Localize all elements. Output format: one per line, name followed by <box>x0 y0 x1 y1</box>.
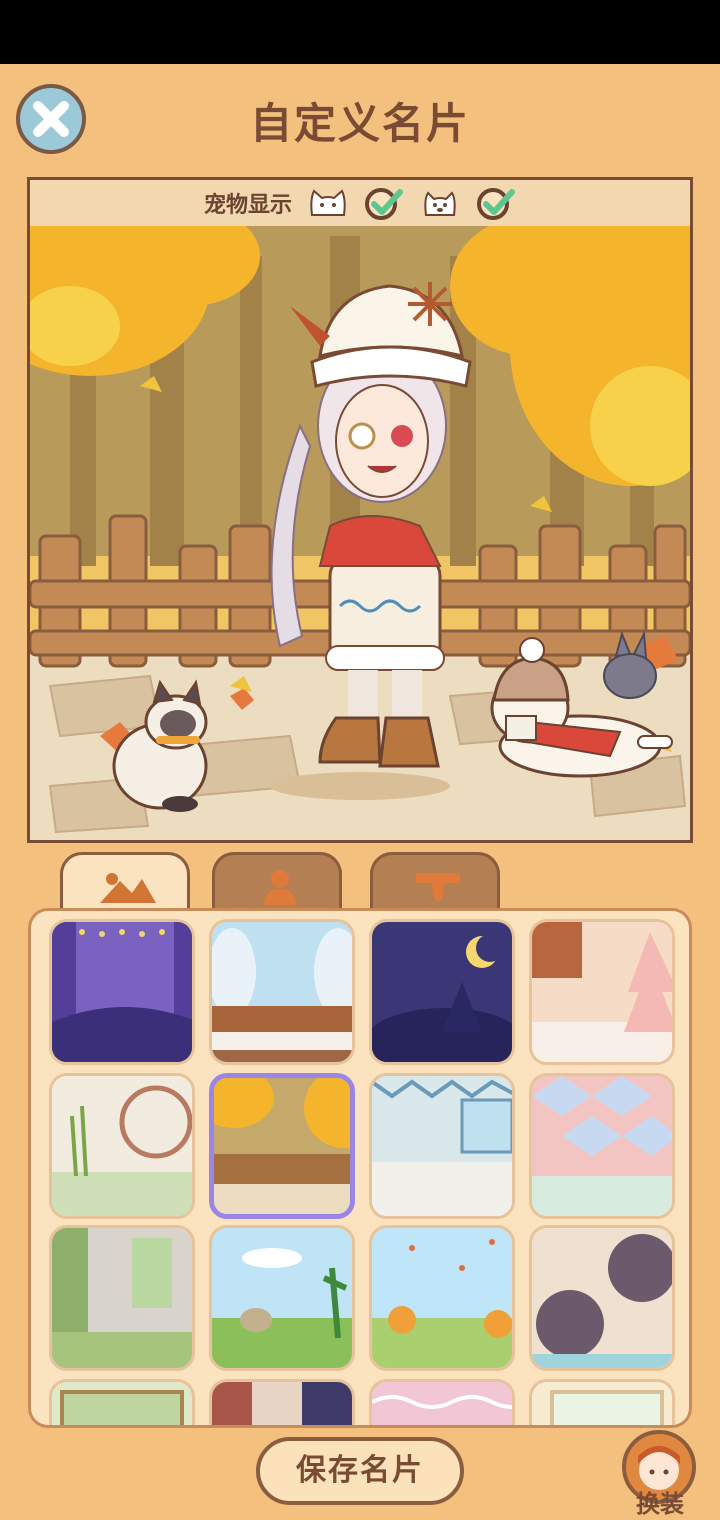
background-thumb-polka-circles[interactable] <box>529 1225 675 1371</box>
badge-icon <box>416 873 460 901</box>
background-thumb-garden-wall[interactable] <box>49 1225 195 1371</box>
background-thumb-pastel-diamonds[interactable] <box>529 1073 675 1219</box>
background-thumb-bunting-room[interactable] <box>369 1073 515 1219</box>
dog-icon <box>424 191 456 216</box>
background-thumb-dark-room[interactable] <box>209 1379 355 1425</box>
autumn-scene-illustration <box>30 226 690 840</box>
dog-toggle-checkbox[interactable] <box>476 186 516 220</box>
background-thumb-purple-stage[interactable] <box>49 919 195 1065</box>
background-tab[interactable] <box>60 852 190 914</box>
status-bar <box>0 0 720 64</box>
background-thumb-autumn-meadow[interactable] <box>369 1225 515 1371</box>
card-preview: 宠物显示 <box>27 177 693 843</box>
cat-icon <box>310 189 346 216</box>
background-thumb-bamboo-room[interactable] <box>49 1073 195 1219</box>
background-thumb-corn-field[interactable] <box>209 1225 355 1371</box>
background-thumb-bright-window[interactable] <box>529 1379 675 1425</box>
background-thumb-pink-cottage[interactable] <box>529 919 675 1065</box>
category-tabs <box>0 852 720 914</box>
page-title: 自定义名片 <box>249 99 470 148</box>
save-card-button[interactable]: 保存名片 <box>256 1437 464 1505</box>
landscape-icon <box>100 873 156 903</box>
background-thumb-night-sky[interactable] <box>369 919 515 1065</box>
pet-display-bar: 宠物显示 <box>30 180 690 226</box>
character-tab[interactable] <box>212 852 342 914</box>
background-thumb-snowy-forest[interactable] <box>209 919 355 1065</box>
person-icon <box>264 870 296 905</box>
change-outfit-label: 换装 <box>636 1490 684 1518</box>
background-grid <box>28 908 692 1428</box>
frame-tab[interactable] <box>370 852 500 914</box>
cat-toggle-checkbox[interactable] <box>364 186 404 220</box>
background-thumb-green-window[interactable] <box>49 1379 195 1425</box>
background-thumb-pink-lace[interactable] <box>369 1379 515 1425</box>
background-thumb-autumn-fence[interactable] <box>209 1073 355 1219</box>
pet-display-label: 宠物显示 <box>203 193 292 218</box>
